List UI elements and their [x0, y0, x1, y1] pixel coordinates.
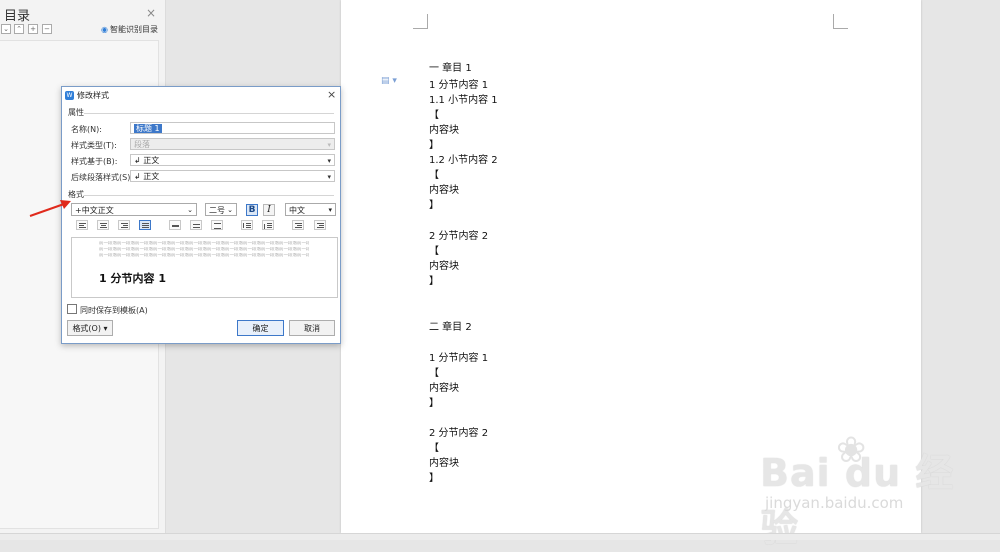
document-line: 2 分节内容 2	[429, 428, 489, 439]
space-after-button[interactable]	[262, 220, 274, 230]
document-line: 1 分节内容 1	[429, 353, 489, 364]
document-line: 【	[429, 246, 439, 257]
format-menu-button[interactable]: 格式(O) ▾	[67, 320, 113, 336]
document-line: 内容块	[429, 125, 459, 136]
dialog-title: 修改样式	[77, 91, 109, 100]
document-line: 】	[429, 473, 439, 484]
next-style-select[interactable]: ↲ 正文 ▾	[130, 170, 335, 182]
dialog-titlebar[interactable]: W 修改样式 ×	[62, 87, 340, 104]
document-line: 【	[429, 110, 439, 121]
name-field[interactable]: 标题 1	[130, 122, 335, 134]
chevron-down-icon: ⌄	[227, 206, 233, 214]
chevron-down-icon: ▾	[328, 206, 332, 214]
style-type-select: 段落 ▾	[130, 138, 335, 150]
modify-style-dialog: W 修改样式 × 属性 名称(N): 标题 1 样式类型(T): 段落 ▾ 样式基…	[61, 86, 341, 344]
save-to-template-checkbox[interactable]: 同时保存到模板(A)	[67, 304, 148, 316]
watermark: Bai du 经验 ❀ jingyan.baidu.com	[760, 430, 990, 550]
smart-toc-button[interactable]: ◉ 智能识别目录	[101, 24, 158, 35]
double-spacing-button[interactable]	[211, 220, 223, 230]
align-right-button[interactable]	[118, 220, 130, 230]
remove-icon[interactable]: −	[42, 24, 52, 34]
toc-title: 目录	[4, 9, 31, 24]
preview-heading: 1 分节内容 1	[99, 272, 166, 285]
script-select[interactable]: 中文 ▾	[285, 203, 336, 216]
document-line: 1.2 小节内容 2	[429, 155, 498, 166]
document-line: 【	[429, 170, 439, 181]
document-line: 【	[429, 443, 439, 454]
document-line: 】	[429, 398, 439, 409]
style-type-label: 样式类型(T):	[71, 141, 117, 150]
expand-icon[interactable]: ⌄	[1, 24, 11, 34]
increase-indent-button[interactable]	[314, 220, 326, 230]
chevron-down-icon: ▾	[103, 324, 108, 333]
justify-button[interactable]	[139, 220, 151, 230]
document-line: 】	[429, 140, 439, 151]
document-line: 内容块	[429, 383, 459, 394]
properties-section-label: 属性	[68, 108, 84, 117]
bold-button[interactable]: B	[246, 204, 258, 216]
style-preview: 前一段落前一段落前一段落前一段落前一段落前一段落前一段落前一段落前一段落前一段落…	[71, 237, 338, 298]
font-size-select[interactable]: 二号 ⌄	[205, 203, 237, 216]
name-value: 标题 1	[134, 124, 162, 133]
margin-corner-top-right	[833, 14, 848, 29]
paw-icon: ❀	[836, 430, 867, 471]
one-half-spacing-button[interactable]	[190, 220, 202, 230]
chevron-down-icon: ⌄	[187, 206, 193, 214]
section-divider	[84, 195, 334, 196]
document-line: 1 分节内容 1	[429, 80, 489, 91]
align-left-button[interactable]	[76, 220, 88, 230]
font-size-value: 二号	[209, 206, 225, 215]
based-on-label: 样式基于(B):	[71, 157, 118, 166]
document-line: 内容块	[429, 261, 459, 272]
style-type-value: 段落	[134, 140, 150, 149]
preview-filler-line: 前一段落前一段落前一段落前一段落前一段落前一段落前一段落前一段落前一段落前一段落…	[99, 253, 309, 258]
document-line: 】	[429, 200, 439, 211]
document-line: 内容块	[429, 458, 459, 469]
section-divider	[84, 113, 334, 114]
chevron-down-icon: ▾	[327, 173, 331, 181]
chevron-down-icon: ▾	[327, 141, 331, 149]
document-line: 二 章目 2	[429, 322, 472, 333]
collapse-icon[interactable]: ⌃	[14, 24, 24, 34]
save-to-template-label: 同时保存到模板(A)	[80, 306, 148, 315]
document-line: 2 分节内容 2	[429, 231, 489, 242]
document-line: 内容块	[429, 185, 459, 196]
decrease-indent-button[interactable]	[292, 220, 304, 230]
space-before-button[interactable]	[241, 220, 253, 230]
font-select[interactable]: +中文正文 ⌄	[71, 203, 197, 216]
document-line: 一 章目 1	[429, 63, 472, 74]
dialog-close-icon[interactable]: ×	[327, 88, 336, 101]
script-value: 中文	[289, 206, 305, 215]
name-label: 名称(N):	[71, 125, 102, 134]
next-style-label: 后续段落样式(S):	[71, 173, 134, 182]
document-line: 【	[429, 368, 439, 379]
font-value: +中文正文	[75, 206, 114, 215]
watermark-url: jingyan.baidu.com	[765, 494, 904, 512]
format-button-label: 格式(O)	[72, 324, 101, 333]
add-icon[interactable]: +	[28, 24, 38, 34]
next-style-value: ↲ 正文	[134, 172, 160, 181]
align-center-button[interactable]	[97, 220, 109, 230]
paragraph-icon[interactable]: ▤ ▾	[381, 76, 397, 86]
ok-button[interactable]: 确定	[237, 320, 284, 336]
eye-icon: ◉	[101, 25, 108, 34]
italic-button[interactable]: I	[263, 204, 275, 216]
based-on-value: ↲ 正文	[134, 156, 160, 165]
smart-toc-label: 智能识别目录	[109, 25, 158, 34]
margin-corner-top-left	[413, 14, 428, 29]
red-arrow-icon	[29, 200, 71, 217]
based-on-select[interactable]: ↲ 正文 ▾	[130, 154, 335, 166]
single-spacing-button[interactable]	[169, 220, 181, 230]
chevron-down-icon: ▾	[327, 157, 331, 165]
document-line: 1.1 小节内容 1	[429, 95, 498, 106]
checkbox-box[interactable]	[67, 304, 77, 314]
app-logo-icon: W	[65, 91, 74, 100]
preview-filler-line: 前一段落前一段落前一段落前一段落前一段落前一段落前一段落前一段落前一段落前一段落…	[99, 241, 309, 246]
document-line: 】	[429, 276, 439, 287]
preview-filler-line: 前一段落前一段落前一段落前一段落前一段落前一段落前一段落前一段落前一段落前一段落…	[99, 247, 309, 252]
cancel-button[interactable]: 取消	[289, 320, 335, 336]
toc-close-icon[interactable]: ×	[146, 6, 156, 20]
